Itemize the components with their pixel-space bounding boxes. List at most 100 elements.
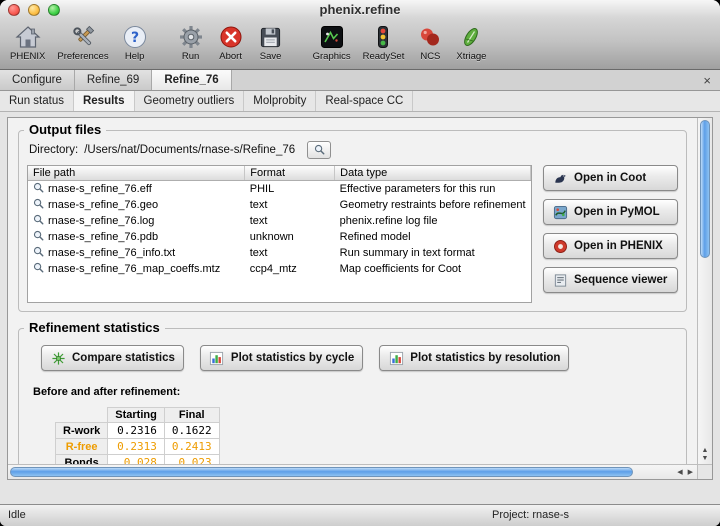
file-row[interactable]: rnase-s_refine_76.log text phenix.refine…: [28, 213, 531, 229]
refinement-stats-table: Starting Final R-work 0.2316 0.1622 R-fr…: [55, 407, 220, 464]
pymol-icon: [552, 204, 568, 220]
ncs-button[interactable]: NCS: [410, 22, 450, 63]
refinement-statistics-heading: Refinement statistics: [24, 320, 165, 335]
horizontal-scrollbar[interactable]: ◀ ▶: [8, 464, 697, 479]
button-label: Plot statistics by cycle: [231, 352, 354, 364]
column-file-path[interactable]: File path: [28, 166, 245, 181]
directory-value: /Users/nat/Documents/rnase-s/Refine_76: [84, 144, 295, 156]
open-in-pymol-button[interactable]: Open in PyMOL: [543, 199, 678, 225]
file-path: rnase-s_refine_76.log: [48, 215, 154, 227]
tab-configure[interactable]: Configure: [0, 70, 75, 90]
magnifier-icon: [314, 143, 325, 158]
status-text: Idle: [8, 505, 26, 526]
graphics-button[interactable]: Graphics: [307, 22, 357, 63]
results-panel: Output files Directory: /Users/nat/Docum…: [7, 117, 713, 480]
open-in-phenix-button[interactable]: Open in PHENIX: [543, 233, 678, 259]
compare-statistics-button[interactable]: Compare statistics: [41, 345, 184, 371]
abort-x-icon: [219, 23, 243, 51]
scrollbar-corner: [697, 464, 712, 479]
button-label: Open in PHENIX: [574, 240, 663, 252]
title-bar[interactable]: phenix.refine: [0, 0, 720, 20]
column-format[interactable]: Format: [245, 166, 335, 181]
minimize-window-button[interactable]: [28, 4, 40, 16]
file-type: phenix.refine log file: [335, 213, 531, 229]
tools-icon: [70, 23, 96, 51]
phenix-button[interactable]: PHENIX: [4, 22, 51, 63]
gear-icon: [178, 23, 204, 51]
file-table-header[interactable]: File path Format Data type: [28, 166, 531, 181]
compare-star-icon: [50, 350, 66, 366]
graphics-icon: [320, 23, 344, 51]
help-button[interactable]: ? Help: [115, 22, 155, 63]
output-files-table[interactable]: File path Format Data type rnase-s_refin…: [27, 165, 532, 303]
run-button[interactable]: Run: [171, 22, 211, 63]
refinement-statistics-group: Refinement statistics Compare statistics…: [18, 328, 687, 464]
bar-chart-icon: [388, 350, 404, 366]
stats-row: R-free 0.2313 0.2413: [56, 439, 220, 455]
file-row[interactable]: rnase-s_refine_76_map_coeffs.mtz ccp4_mt…: [28, 261, 531, 277]
column-data-type[interactable]: Data type: [335, 166, 531, 181]
vertical-scrollbar[interactable]: ▲ ▼: [697, 118, 712, 464]
stats-row: Bonds 0.028 0.023: [56, 455, 220, 465]
readyset-button[interactable]: ReadySet: [357, 22, 411, 63]
output-files-heading: Output files: [24, 122, 106, 137]
results-scroll-content: Output files Directory: /Users/nat/Docum…: [8, 118, 697, 464]
stat-starting-value: 0.2313: [108, 439, 165, 455]
close-window-button[interactable]: [8, 4, 20, 16]
save-button[interactable]: Save: [251, 22, 291, 63]
toolbar-label: Run: [182, 51, 199, 62]
magnifier-icon: [33, 246, 44, 260]
directory-label: Directory:: [29, 144, 78, 156]
main-area: Output files Directory: /Users/nat/Docum…: [0, 115, 720, 504]
toolbar-label: Save: [260, 51, 282, 62]
subtab-real-space-cc[interactable]: Real-space CC: [316, 91, 413, 111]
file-row[interactable]: rnase-s_refine_76.pdb unknown Refined mo…: [28, 229, 531, 245]
sequence-document-icon: [552, 272, 568, 288]
stat-starting-value: 0.2316: [108, 423, 165, 439]
close-tab-icon[interactable]: ×: [694, 70, 720, 90]
file-format: text: [245, 213, 335, 229]
plot-by-resolution-button[interactable]: Plot statistics by resolution: [379, 345, 569, 371]
horizontal-scrollbar-thumb[interactable]: [10, 467, 633, 477]
tab-refine-76[interactable]: Refine_76: [152, 70, 231, 90]
button-label: Open in PyMOL: [574, 206, 660, 218]
xtriage-button[interactable]: Xtriage: [450, 22, 492, 63]
status-bar: Idle Project: rnase-s: [0, 504, 720, 526]
stat-final-value: 0.023: [164, 455, 219, 465]
scroll-right-arrow-icon[interactable]: ▶: [688, 469, 693, 476]
subtab-strip: Run status Results Geometry outliers Mol…: [0, 91, 720, 112]
scroll-up-arrow-icon[interactable]: ▲: [702, 447, 709, 454]
abort-button[interactable]: Abort: [211, 22, 251, 63]
project-name-label: Project: rnase-s: [492, 505, 569, 526]
scroll-down-arrow-icon[interactable]: ▼: [702, 455, 709, 462]
tab-refine-69[interactable]: Refine_69: [75, 70, 152, 90]
statistics-buttons-row: Compare statistics Plot statistics by cy…: [41, 345, 678, 371]
file-type: Run summary in text format: [335, 245, 531, 261]
zoom-window-button[interactable]: [48, 4, 60, 16]
stat-starting-value: 0.028: [108, 455, 165, 465]
file-row[interactable]: rnase-s_refine_76.geo text Geometry rest…: [28, 197, 531, 213]
home-icon: [15, 23, 41, 51]
open-in-coot-button[interactable]: Open in Coot: [543, 165, 678, 191]
scroll-left-arrow-icon[interactable]: ◀: [677, 469, 682, 476]
file-type: Geometry restraints before refinement: [335, 197, 531, 213]
toolbar-label: Graphics: [313, 51, 351, 62]
file-row[interactable]: rnase-s_refine_76.eff PHIL Effective par…: [28, 181, 531, 197]
floppy-disk-icon: [259, 23, 282, 51]
vertical-scrollbar-thumb[interactable]: [700, 120, 710, 258]
browse-directory-button[interactable]: [307, 141, 331, 159]
svg-text:?: ?: [131, 30, 139, 46]
file-row[interactable]: rnase-s_refine_76_info.txt text Run summ…: [28, 245, 531, 261]
file-format: unknown: [245, 229, 335, 245]
sequence-viewer-button[interactable]: Sequence viewer: [543, 267, 678, 293]
plot-by-cycle-button[interactable]: Plot statistics by cycle: [200, 345, 363, 371]
file-format: ccp4_mtz: [245, 261, 335, 277]
preferences-button[interactable]: Preferences: [51, 22, 114, 63]
file-path: rnase-s_refine_76_info.txt: [48, 247, 175, 259]
subtab-run-status[interactable]: Run status: [0, 91, 74, 111]
toolbar-label: Xtriage: [456, 51, 486, 62]
file-type: Effective parameters for this run: [335, 181, 531, 197]
subtab-geometry-outliers[interactable]: Geometry outliers: [135, 91, 245, 111]
subtab-results[interactable]: Results: [74, 91, 135, 111]
subtab-molprobity[interactable]: Molprobity: [244, 91, 316, 111]
